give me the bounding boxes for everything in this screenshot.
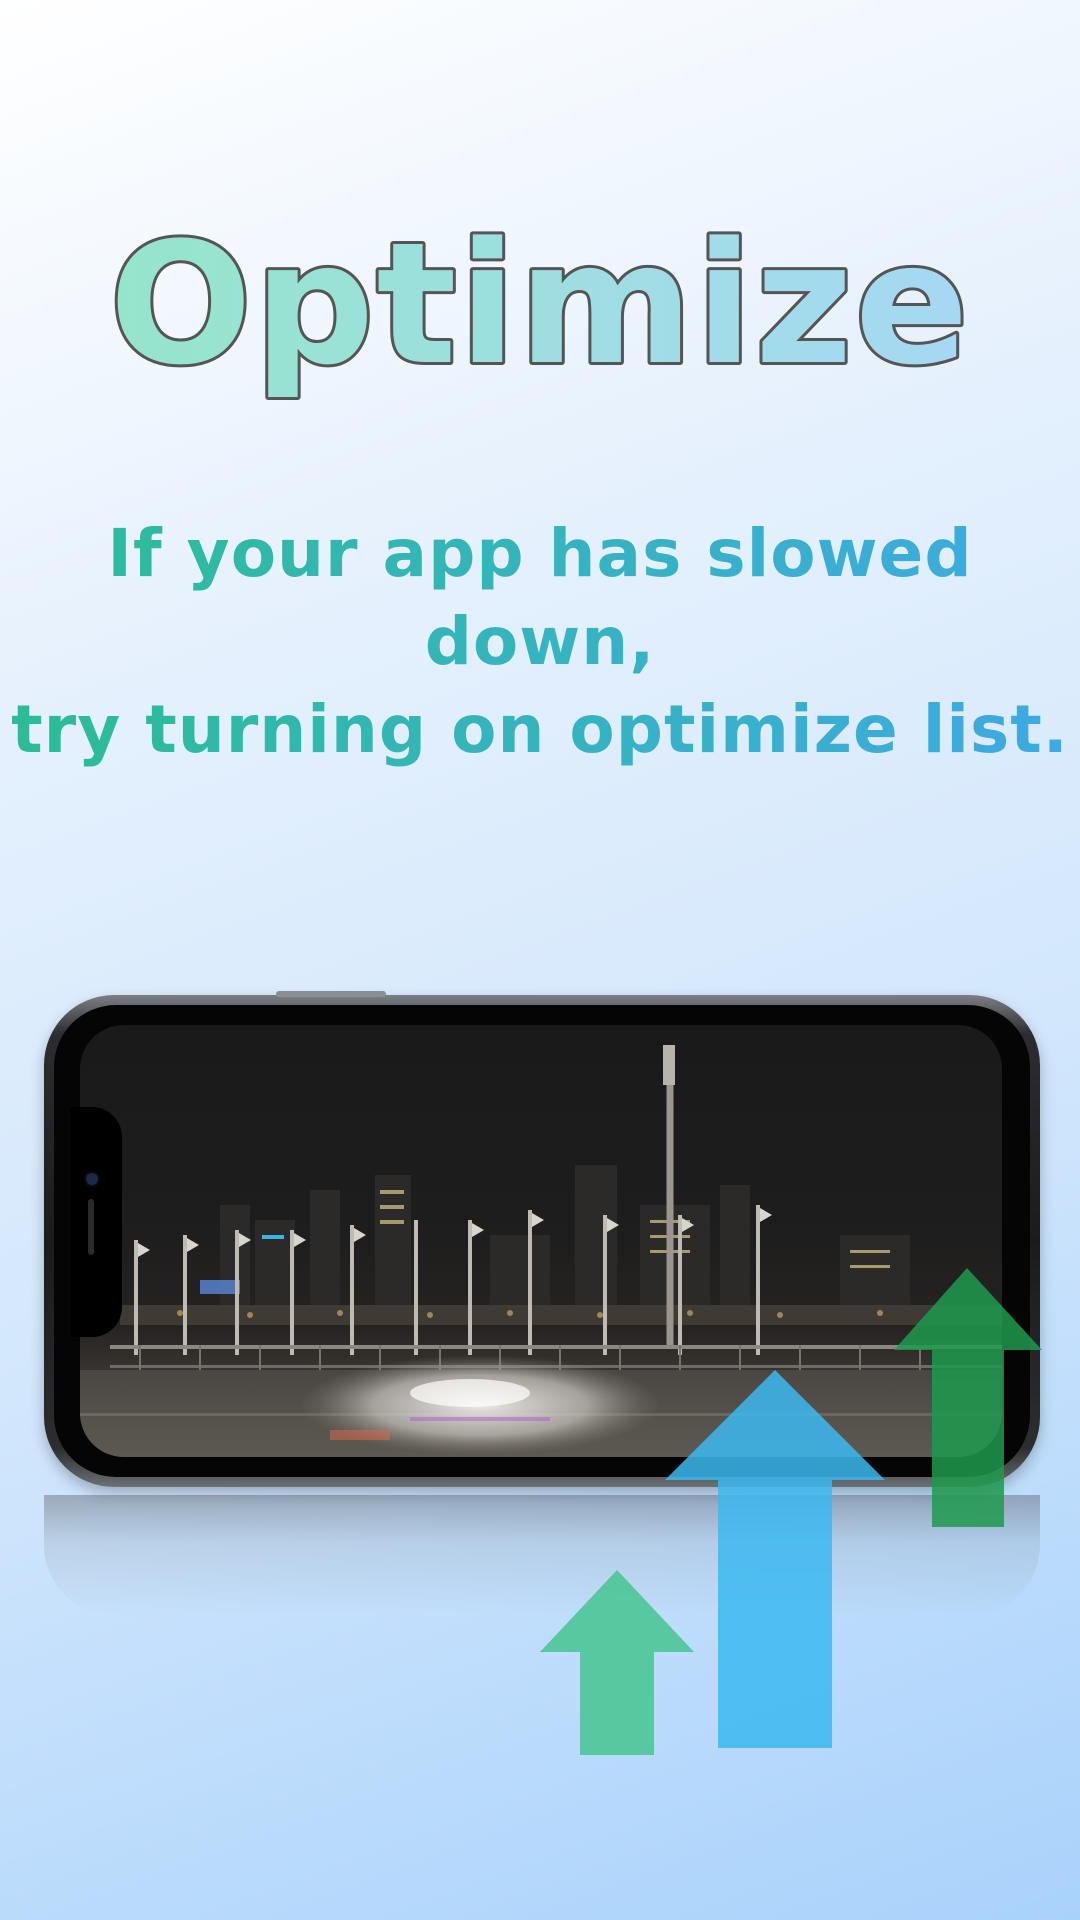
subtitle-line-1: If your app has slowed down, <box>107 515 973 680</box>
title-graphic: Optimize <box>106 203 971 405</box>
night-city-photo <box>80 1045 1002 1457</box>
phone-screen <box>80 1025 1002 1457</box>
phone-landscape-icon <box>44 991 1040 1487</box>
subtitle: If your app has slowed down, try turning… <box>0 510 1080 774</box>
camera-icon <box>84 1171 100 1187</box>
subtitle-line-2: try turning on optimize list. <box>11 691 1069 768</box>
promo-page: Optimize If your app has slowed down, tr… <box>0 0 1080 1920</box>
phone-side-button <box>276 991 386 997</box>
page-title: Optimize <box>109 206 970 402</box>
phone-notch <box>70 1107 122 1337</box>
speaker-icon <box>88 1199 94 1255</box>
phone-reflection <box>44 1495 1040 1615</box>
phone-bezel <box>54 1005 1030 1477</box>
